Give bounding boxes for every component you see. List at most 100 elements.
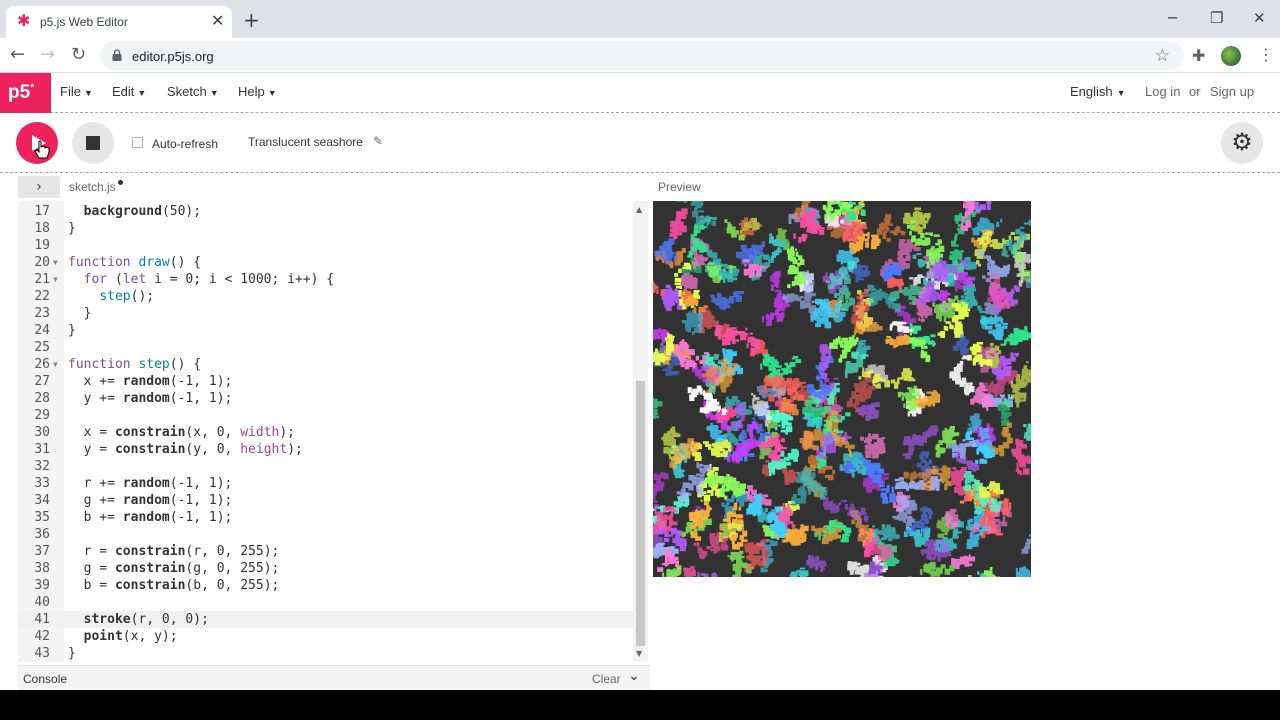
paint-cluster — [1023, 423, 1031, 441]
scroll-up-icon[interactable]: ▲ — [636, 205, 642, 214]
code-line[interactable]: 20 ▼ function draw() { — [18, 254, 648, 271]
console-bar: Console Clear ⌄ — [18, 665, 650, 690]
code-text: r = constrain(r, 0, 255); — [68, 544, 280, 559]
code-line[interactable]: 27 x += random(-1, 1); — [18, 373, 648, 390]
code-line[interactable]: 43} — [18, 645, 648, 662]
settings-button[interactable]: ⚙ — [1221, 122, 1263, 164]
minimize-icon[interactable]: ─ — [1168, 10, 1177, 26]
code-line[interactable]: 30 x = constrain(x, 0, width); — [18, 424, 648, 441]
paint-cluster — [903, 207, 931, 235]
code-line[interactable]: 21 ▼ for (let i = 0; i < 1000; i++) { — [18, 271, 648, 288]
auto-refresh-checkbox[interactable] — [132, 137, 143, 148]
code-line[interactable]: 29 — [18, 407, 648, 424]
language-select[interactable]: English ▼ — [1070, 84, 1126, 99]
chevron-down-icon: ▼ — [83, 88, 93, 98]
file-tab[interactable]: sketch.js — [69, 180, 123, 194]
address-bar[interactable]: editor.p5js.org ☆ — [100, 41, 1184, 70]
window-close-icon[interactable]: ✕ — [1253, 10, 1266, 26]
menu-help[interactable]: Help ▼ — [238, 84, 277, 99]
browser-tab[interactable]: ✱ p5.js Web Editor ✕ — [6, 6, 232, 38]
paint-cluster — [653, 472, 669, 510]
console-label: Console — [23, 672, 68, 686]
menu-sketch[interactable]: Sketch ▼ — [167, 84, 219, 99]
scrollbar-thumb[interactable] — [636, 381, 645, 646]
paint-cluster — [787, 246, 809, 289]
code-line[interactable]: 37 r = constrain(r, 0, 255); — [18, 543, 648, 560]
code-line[interactable]: 32 — [18, 458, 648, 475]
code-line[interactable]: 42 point(x, y); — [18, 628, 648, 645]
code-text: point(x, y); — [83, 629, 178, 644]
line-number: 17 — [34, 204, 50, 219]
back-icon[interactable]: ← — [10, 46, 25, 64]
code-line[interactable]: 24} — [18, 322, 648, 339]
line-number: 18 — [34, 221, 50, 236]
menu-file[interactable]: File ▼ — [60, 84, 93, 99]
p5-logo[interactable]: p5* — [0, 73, 51, 113]
line-number: 27 — [34, 374, 50, 389]
clear-console-button[interactable]: Clear — [592, 672, 621, 686]
forward-icon[interactable]: → — [40, 46, 55, 64]
expand-sidebar-button[interactable]: › — [18, 176, 60, 198]
line-number: 28 — [34, 391, 50, 406]
code-line[interactable]: 26 ▼ function step() { — [18, 356, 648, 373]
code-line[interactable]: 36 — [18, 526, 648, 543]
code-line[interactable]: 40 — [18, 594, 648, 611]
sketch-name[interactable]: Translucent seashore — [248, 135, 363, 149]
extensions-icon[interactable]: ✚ — [1192, 46, 1205, 65]
code-line[interactable]: 38 g = constrain(g, 0, 255); — [18, 560, 648, 577]
code-line[interactable]: 41 stroke(r, 0, 0); — [18, 611, 648, 628]
bookmark-star-icon[interactable]: ☆ — [1155, 46, 1170, 66]
pencil-icon[interactable]: ✎ — [373, 134, 383, 148]
browser-menu-icon[interactable]: ⋮ — [1258, 45, 1274, 64]
preview-canvas — [653, 201, 1031, 577]
line-number: 34 — [34, 493, 50, 508]
code-line[interactable]: 17 background(50); — [18, 203, 648, 220]
code-line[interactable]: 19 — [18, 237, 648, 254]
code-line[interactable]: 34 g += random(-1, 1); — [18, 492, 648, 509]
sketch-toolbar: Auto-refresh Translucent seashore ✎ ⚙ — [0, 113, 1280, 173]
profile-avatar[interactable] — [1221, 46, 1241, 66]
code-text: } — [68, 306, 92, 321]
restore-icon[interactable]: ❐ — [1210, 10, 1223, 26]
paint-cluster — [823, 497, 869, 525]
line-number: 42 — [34, 629, 50, 644]
chevron-down-icon[interactable]: ⌄ — [628, 668, 640, 684]
reload-icon[interactable]: ↻ — [71, 46, 86, 64]
fold-arrow-icon[interactable]: ▼ — [53, 254, 58, 271]
fold-arrow-icon[interactable]: ▼ — [53, 356, 58, 373]
code-line[interactable]: 28 y += random(-1, 1); — [18, 390, 648, 407]
line-number: 30 — [34, 425, 50, 440]
paint-cluster — [669, 208, 688, 240]
paint-cluster — [697, 572, 718, 577]
editor-scrollbar[interactable]: ▲ ▼ — [633, 201, 648, 662]
chevron-down-icon: ▼ — [1116, 88, 1126, 98]
code-text: g += random(-1, 1); — [68, 493, 233, 508]
new-tab-icon[interactable]: + — [243, 10, 260, 30]
code-line[interactable]: 23 } — [18, 305, 648, 322]
code-text: r += random(-1, 1); — [68, 476, 233, 491]
close-tab-icon[interactable]: ✕ — [211, 13, 224, 29]
auto-refresh-label[interactable]: Auto-refresh — [152, 137, 218, 151]
paint-cluster — [935, 425, 960, 458]
code-text: x = constrain(x, 0, width); — [68, 425, 296, 440]
scroll-down-icon[interactable]: ▼ — [636, 649, 642, 658]
line-number: 43 — [34, 646, 50, 661]
code-line[interactable]: 35 b += random(-1, 1); — [18, 509, 648, 526]
line-number: 26 — [34, 357, 50, 372]
sketch-preview[interactable] — [653, 201, 1031, 577]
signup-link[interactable]: Sign up — [1210, 84, 1254, 99]
chevron-right-icon: › — [36, 179, 42, 195]
stop-button[interactable] — [72, 122, 114, 164]
menu-edit[interactable]: Edit ▼ — [112, 84, 146, 99]
code-line[interactable]: 22 step(); — [18, 288, 648, 305]
code-line[interactable]: 39 b = constrain(b, 0, 255); — [18, 577, 648, 594]
fold-arrow-icon[interactable]: ▼ — [53, 271, 58, 288]
code-line[interactable]: 33 r += random(-1, 1); — [18, 475, 648, 492]
login-link[interactable]: Log in — [1145, 84, 1180, 99]
paint-cluster — [1000, 326, 1031, 346]
code-editor[interactable]: 17 background(50); 18} 19 20 ▼ function draw(… — [18, 201, 648, 662]
code-line[interactable]: 25 — [18, 339, 648, 356]
code-line[interactable]: 31 y = constrain(y, 0, height); — [18, 441, 648, 458]
chevron-down-icon: ▼ — [267, 88, 277, 98]
code-line[interactable]: 18} — [18, 220, 648, 237]
